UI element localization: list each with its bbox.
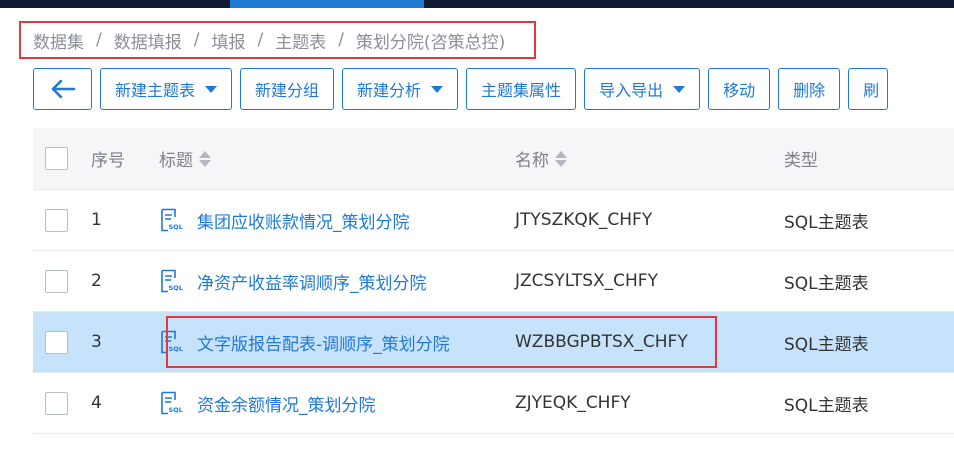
subject-table-list: 序号 标题 名称 类型 1 SQL 集团应收账款情况_策划分院 JTYSZKQK… [33,128,954,434]
delete-label: 删除 [793,81,826,100]
import-export-button[interactable]: 导入导出 [584,68,701,110]
breadcrumb-item-dataset[interactable]: 数据集 [33,28,84,53]
row-name: ZJYEQK_CHFY [515,393,631,413]
row-no: 2 [91,271,102,291]
header-no: 序号 [91,151,125,171]
new-subject-table-label: 新建主题表 [115,81,196,100]
breadcrumb-item-subject-table[interactable]: 主题表 [275,28,326,53]
refresh-label: 刷 [863,81,880,100]
row-title-link[interactable]: 资金余额情况_策划分院 [197,391,376,416]
row-check-cell [45,190,68,250]
breadcrumb-separator: / [338,30,344,50]
new-analysis-button[interactable]: 新建分析 [342,68,459,110]
row-type: SQL主题表 [784,334,869,355]
new-analysis-label: 新建分析 [357,81,422,100]
breadcrumb-item-fill[interactable]: 填报 [211,28,245,53]
row-check-cell [45,312,68,372]
move-button[interactable]: 移动 [708,68,771,110]
row-no: 3 [91,332,102,352]
row-check-cell [45,251,68,311]
row-title-link[interactable]: 净资产收益率调顺序_策划分院 [197,269,427,294]
svg-text:SQL: SQL [169,284,183,292]
sort-icon[interactable] [555,150,567,167]
row-type: SQL主题表 [784,273,869,294]
row-check-cell [45,373,68,433]
breadcrumb-separator: / [193,30,200,50]
svg-text:SQL: SQL [169,223,183,231]
header-name-label: 名称 [515,151,549,171]
table-row[interactable]: 1 SQL 集团应收账款情况_策划分院 JTYSZKQK_CHFY SQL主题表 [33,190,954,251]
table-row[interactable]: 2 SQL 净资产收益率调顺序_策划分院 JZCSYLTSX_CHFY SQL主… [33,251,954,312]
back-button[interactable] [33,68,92,110]
row-name: JTYSZKQK_CHFY [515,210,653,230]
header-title-label: 标题 [159,151,193,171]
import-export-label: 导入导出 [599,81,664,100]
sql-file-icon: SQL [161,208,183,232]
table-row-selected[interactable]: 3 SQL 文字版报告配表-调顺序_策划分院 WZBBGPBTSX_CHFY S… [33,312,954,373]
row-checkbox[interactable] [45,208,68,232]
breadcrumb-item-data-fill[interactable]: 数据填报 [114,28,182,53]
row-checkbox[interactable] [45,269,68,293]
row-no: 1 [91,210,102,230]
header-title[interactable]: 标题 [159,128,211,189]
row-title-cell: SQL 文字版报告配表-调顺序_策划分院 [159,312,450,372]
row-title-cell: SQL 集团应收账款情况_策划分院 [159,190,410,250]
header-type: 类型 [784,151,818,171]
row-title-cell: SQL 净资产收益率调顺序_策划分院 [159,251,427,311]
row-checkbox[interactable] [45,330,68,354]
sort-icon[interactable] [199,150,211,167]
row-title-link[interactable]: 文字版报告配表-调顺序_策划分院 [197,330,450,355]
top-nav-bar [0,0,954,8]
refresh-button[interactable]: 刷 [848,68,889,110]
row-title-link[interactable]: 集团应收账款情况_策划分院 [197,208,410,233]
breadcrumb-separator: / [257,30,264,50]
subject-set-properties-label: 主题集属性 [481,81,562,100]
select-all-cell [45,128,68,189]
breadcrumb-item-current: 策划分院(咨策总控) [355,32,506,53]
row-checkbox[interactable] [45,391,68,415]
svg-text:SQL: SQL [169,345,183,353]
table-header-row: 序号 标题 名称 类型 [33,128,954,190]
caret-down-icon [673,85,686,93]
row-type: SQL主题表 [784,212,869,233]
new-group-label: 新建分组 [255,81,320,100]
delete-button[interactable]: 删除 [778,68,841,110]
sql-file-icon: SQL [161,269,183,293]
row-name: WZBBGPBTSX_CHFY [515,332,688,352]
arrow-left-icon [51,79,75,99]
row-name: JZCSYLTSX_CHFY [515,271,658,291]
subject-set-properties-button[interactable]: 主题集属性 [466,68,577,110]
top-nav-active-tab[interactable] [230,0,424,8]
svg-text:SQL: SQL [169,406,183,414]
sql-file-icon: SQL [161,391,183,415]
sql-file-icon: SQL [161,330,183,354]
breadcrumb: 数据集 / 数据填报 / 填报 / 主题表 / 策划分院(咨策总控) [19,21,536,59]
row-title-cell: SQL 资金余额情况_策划分院 [159,373,376,433]
caret-down-icon [205,85,218,93]
toolbar: 新建主题表 新建分组 新建分析 主题集属性 导入导出 移动 删除 刷 [33,68,889,110]
new-group-button[interactable]: 新建分组 [240,68,335,110]
header-name[interactable]: 名称 [515,128,567,189]
row-no: 4 [91,393,102,413]
caret-down-icon [431,85,444,93]
new-subject-table-button[interactable]: 新建主题表 [100,68,233,110]
row-type: SQL主题表 [784,395,869,416]
table-row[interactable]: 4 SQL 资金余额情况_策划分院 ZJYEQK_CHFY SQL主题表 [33,373,954,434]
breadcrumb-separator: / [96,30,102,50]
select-all-checkbox[interactable] [45,147,68,170]
move-label: 移动 [723,81,756,100]
